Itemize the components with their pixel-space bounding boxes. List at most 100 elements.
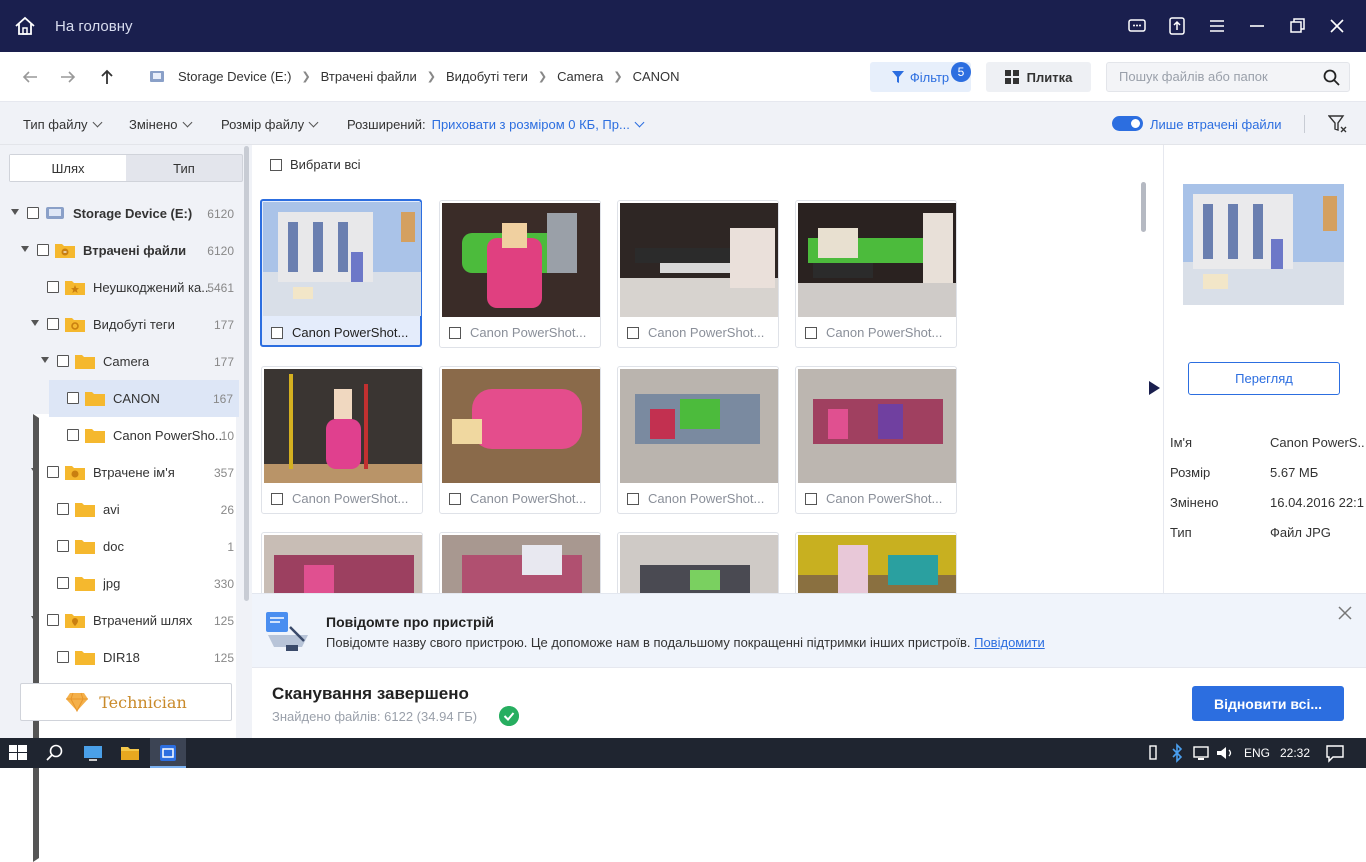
file-tile[interactable]: Canon PowerShot... [261,366,423,514]
checkbox[interactable] [67,429,79,441]
only-lost-toggle[interactable] [1112,116,1143,131]
checkbox[interactable] [67,392,79,404]
tree-item-camera[interactable]: Camera 177 [0,343,240,380]
checkbox[interactable] [271,327,283,339]
preview-button[interactable]: Перегляд [1188,362,1340,395]
tree-item-extracted-tags[interactable]: Видобуті теги 177 [0,306,240,343]
tab-path[interactable]: Шлях [10,155,126,181]
breadcrumb-item[interactable]: CANON [633,69,680,84]
file-tile[interactable] [617,532,779,593]
technician-button[interactable]: Technician [20,683,232,721]
minimize-icon[interactable] [1246,15,1268,37]
checkbox[interactable] [57,540,69,552]
forward-arrow-icon[interactable] [59,68,77,86]
expand-arrow-icon[interactable] [21,246,29,252]
clock[interactable]: 22:32 [1280,746,1310,760]
search-icon[interactable] [1323,69,1340,86]
file-tile[interactable]: Canon PowerShot... [795,366,957,514]
tree-item-canon[interactable]: CANON 167 [49,380,239,417]
tree-item-jpg[interactable]: jpg 330 [0,565,240,602]
checkbox[interactable] [47,318,59,330]
search-input[interactable] [1119,69,1319,84]
home-link[interactable]: На головну [55,18,133,35]
back-arrow-icon[interactable] [21,68,39,86]
checkbox[interactable] [805,493,817,505]
active-app-tab[interactable] [150,738,186,768]
advanced-dropdown[interactable]: Розширений: Приховати з розміром 0 КБ, Пр… [347,117,645,132]
close-icon[interactable] [1337,605,1353,621]
feedback-icon[interactable] [1126,15,1148,37]
file-tile[interactable]: Canon PowerShot... [439,200,601,348]
checkbox[interactable] [57,503,69,515]
notification-icon[interactable] [1324,742,1346,764]
expand-arrow-icon[interactable] [31,320,39,326]
checkbox[interactable] [449,493,461,505]
computer-icon[interactable] [82,742,104,764]
checkbox[interactable] [805,327,817,339]
checkbox[interactable] [47,466,59,478]
tree-item-storage-device[interactable]: Storage Device (E:) 6120 [0,195,240,232]
tree-item-lost-path[interactable]: Втрачений шлях 125 [0,602,240,639]
file-tile[interactable]: Canon PowerShot... [260,199,422,347]
maximize-icon[interactable] [1286,15,1308,37]
close-icon[interactable] [1326,15,1348,37]
checkbox[interactable] [57,355,69,367]
expand-arrow-icon[interactable] [31,468,39,474]
checkbox[interactable] [57,577,69,589]
tree-item-lost-files[interactable]: Втрачені файли 6120 [0,232,240,269]
checkbox[interactable] [57,651,69,663]
report-link[interactable]: Повідомити [974,635,1045,650]
tree-item-doc[interactable]: doc 1 [0,528,240,565]
windows-start-icon[interactable] [7,742,29,764]
menu-icon[interactable] [1206,15,1228,37]
file-tile[interactable] [795,532,957,593]
tree-item-dir18[interactable]: DIR18 125 [0,639,240,676]
checkbox[interactable] [627,327,639,339]
file-tile[interactable]: Canon PowerShot... [617,200,779,348]
grid-scrollbar[interactable] [1141,182,1146,232]
tree-item-avi[interactable]: avi 26 [0,491,240,528]
breadcrumb-item[interactable]: Втрачені файли [321,69,417,84]
network-icon[interactable] [1190,742,1212,764]
file-size-dropdown[interactable]: Розмір файлу [221,117,319,132]
checkbox[interactable] [47,281,59,293]
collapse-panel-icon[interactable] [1149,381,1160,395]
recover-all-button[interactable]: Відновити всі... [1192,686,1344,721]
usb-icon[interactable] [1142,742,1164,764]
tree-item-intact[interactable]: Неушкоджений ка... 5461 [0,269,240,862]
checkbox[interactable] [271,493,283,505]
tile-view-button[interactable]: Плитка [986,62,1091,92]
file-type-dropdown[interactable]: Тип файлу [23,117,103,132]
file-tile[interactable]: Canon PowerShot... [617,366,779,514]
file-tile[interactable] [261,532,423,593]
expand-arrow-icon[interactable] [41,357,49,363]
file-tile[interactable]: Canon PowerShot... [439,366,601,514]
volume-icon[interactable] [1214,742,1236,764]
input-language[interactable]: ENG [1244,746,1270,760]
breadcrumb-item[interactable]: Видобуті теги [446,69,528,84]
modified-dropdown[interactable]: Змінено [129,117,192,132]
bluetooth-icon[interactable] [1166,742,1188,764]
file-tile[interactable] [439,532,601,593]
tree-item-lost-name[interactable]: Втрачене ім'я 357 [0,454,240,491]
search-icon[interactable] [44,742,66,764]
up-arrow-icon[interactable] [98,68,116,86]
checkbox[interactable] [27,207,39,219]
checkbox[interactable] [37,244,49,256]
clear-filter-icon[interactable] [1328,114,1348,134]
checkbox[interactable] [627,493,639,505]
breadcrumb-item[interactable]: Camera [557,69,603,84]
select-all[interactable]: Вибрати всі [270,157,361,172]
file-explorer-icon[interactable] [119,742,141,764]
checkbox[interactable] [270,158,282,171]
home-icon[interactable] [14,16,36,36]
tab-type[interactable]: Тип [126,155,242,181]
file-tile[interactable]: Canon PowerShot... [795,200,957,348]
breadcrumb-item[interactable]: Storage Device (E:) [178,69,291,84]
checkbox[interactable] [47,614,59,626]
expand-arrow-icon[interactable] [11,209,19,215]
sidebar-scrollbar[interactable] [244,146,249,601]
tree-item-canon-powershot[interactable]: Canon PowerSho... 10 [0,417,240,454]
upload-icon[interactable] [1166,15,1188,37]
expand-arrow-icon[interactable] [31,616,39,622]
